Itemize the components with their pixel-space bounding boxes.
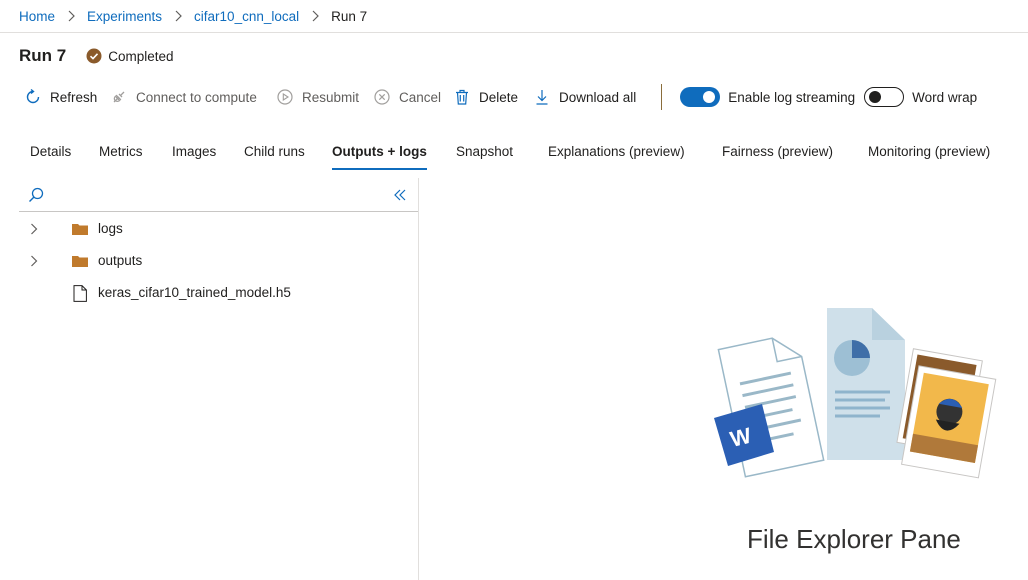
search-icon[interactable] <box>27 186 45 204</box>
folder-icon <box>72 224 88 235</box>
status-badge: Completed <box>86 48 174 64</box>
tab-explanations[interactable]: Explanations (preview) <box>548 132 685 170</box>
file-tree-pane: logs outputs keras_cifar10_trained_model… <box>19 178 419 580</box>
resubmit-button[interactable]: Resubmit <box>276 82 373 112</box>
toolbar-divider <box>661 84 663 110</box>
download-all-label: Download all <box>559 89 637 105</box>
cancel-icon <box>374 89 390 105</box>
tab-details[interactable]: Details <box>30 132 71 170</box>
refresh-label: Refresh <box>50 89 98 105</box>
tree-file-model[interactable]: keras_cifar10_trained_model.h5 <box>19 279 418 307</box>
word-wrap-label: Word wrap <box>912 89 978 105</box>
file-icon <box>73 285 87 302</box>
connect-to-compute-button[interactable]: Connect to compute <box>110 82 276 112</box>
trash-icon <box>456 89 468 105</box>
tree-folder-outputs[interactable]: outputs <box>19 247 418 275</box>
download-icon <box>536 90 548 105</box>
folder-icon <box>72 256 88 267</box>
chevron-right-icon <box>299 9 331 23</box>
breadcrumb-current: Run 7 <box>331 8 368 24</box>
double-chevron-left-icon[interactable] <box>392 187 408 203</box>
chevron-right-icon <box>162 9 194 23</box>
tab-fairness[interactable]: Fairness (preview) <box>722 132 833 170</box>
word-wrap-switch[interactable] <box>864 87 905 107</box>
tree-item-label: keras_cifar10_trained_model.h5 <box>98 285 291 300</box>
toolbar: Refresh Connect to compute Resubmit Canc… <box>24 82 977 112</box>
file-explorer-illustration: W <box>714 308 997 479</box>
breadcrumb-experiment-name[interactable]: cifar10_cnn_local <box>194 9 299 24</box>
delete-button[interactable]: Delete <box>453 82 533 112</box>
tab-bar: Details Metrics Images Child runs Output… <box>0 132 1028 172</box>
word-wrap-toggle[interactable]: Word wrap <box>864 82 977 112</box>
tab-child-runs[interactable]: Child runs <box>244 132 305 170</box>
breadcrumb-experiments[interactable]: Experiments <box>87 9 162 24</box>
status-text: Completed <box>108 48 174 64</box>
page-title: Run 7 <box>19 46 67 65</box>
check-circle-icon <box>86 48 102 64</box>
play-circle-icon <box>277 89 293 105</box>
breadcrumb: Home Experiments cifar10_cnn_local Run 7 <box>0 0 1028 33</box>
title-row: Run 7 Completed <box>19 44 174 68</box>
empty-state-label: File Explorer Pane <box>747 524 961 554</box>
file-search-bar[interactable] <box>19 178 418 212</box>
tab-snapshot[interactable]: Snapshot <box>456 132 513 170</box>
refresh-icon <box>26 88 40 104</box>
tree-folder-logs[interactable]: logs <box>19 215 418 243</box>
breadcrumb-home[interactable]: Home <box>19 9 55 24</box>
plug-icon <box>113 91 125 103</box>
chevron-right-icon <box>55 9 87 23</box>
resubmit-label: Resubmit <box>302 89 360 105</box>
connect-to-compute-label: Connect to compute <box>136 89 257 105</box>
chevron-right-icon[interactable] <box>29 254 39 268</box>
cancel-label: Cancel <box>399 89 442 105</box>
cancel-button[interactable]: Cancel <box>373 82 453 112</box>
tree-item-label: logs <box>98 221 123 236</box>
chevron-right-icon[interactable] <box>29 222 39 236</box>
tab-outputs-logs[interactable]: Outputs + logs <box>332 132 427 170</box>
log-streaming-switch[interactable] <box>680 87 721 107</box>
tab-images[interactable]: Images <box>172 132 216 170</box>
log-streaming-toggle[interactable]: Enable log streaming <box>680 82 855 112</box>
download-all-button[interactable]: Download all <box>533 82 636 112</box>
tree-item-label: outputs <box>98 253 143 268</box>
refresh-button[interactable]: Refresh <box>24 82 110 112</box>
tab-metrics[interactable]: Metrics <box>99 132 143 170</box>
delete-label: Delete <box>479 89 519 105</box>
log-streaming-label: Enable log streaming <box>728 89 856 105</box>
tab-monitoring[interactable]: Monitoring (preview) <box>868 132 990 170</box>
